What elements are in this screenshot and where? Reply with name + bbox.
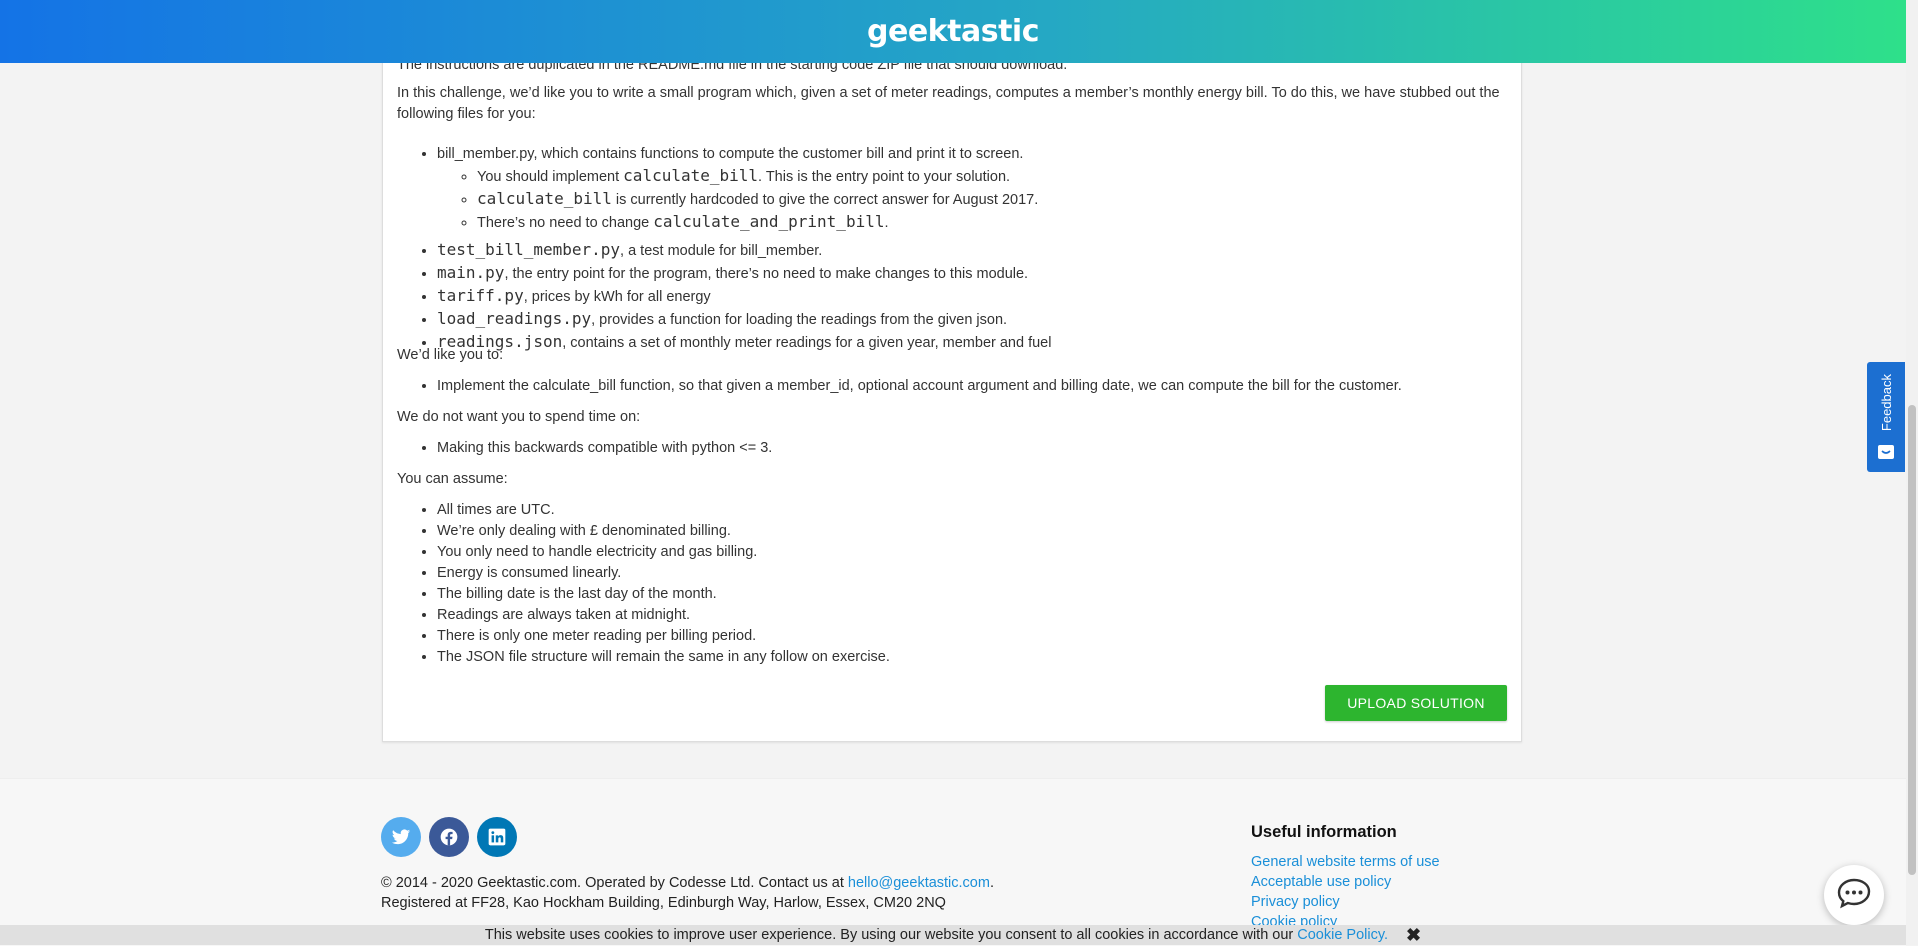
not-want-list: Making this backwards compatible with py… <box>397 438 772 459</box>
list-item: All times are UTC. <box>437 500 890 521</box>
list-item: test_bill_member.py, a test module for b… <box>437 239 1051 262</box>
code-text: calculate_bill <box>477 189 612 208</box>
footer: © 2014 - 2020 Geektastic.com. Operated b… <box>0 778 1906 946</box>
social-links <box>381 817 517 857</box>
list-item: readings.json, contains a set of monthly… <box>437 331 1051 354</box>
close-icon[interactable]: ✖ <box>1406 926 1421 944</box>
copyright-block: © 2014 - 2020 Geektastic.com. Operated b… <box>381 873 994 913</box>
assume-list: All times are UTC. We’re only dealing wi… <box>397 500 890 668</box>
text: . This is the entry point to your soluti… <box>758 169 1011 185</box>
twitter-icon[interactable] <box>381 817 421 857</box>
list-item: main.py, the entry point for the program… <box>437 262 1051 285</box>
list-item: There’s no need to change calculate_and_… <box>477 211 1051 234</box>
list-item: The JSON file structure will remain the … <box>437 647 890 668</box>
text: , provides a function for loading the re… <box>591 312 1008 328</box>
text: , the entry point for the program, there… <box>504 266 1029 282</box>
page-scrollbar[interactable] <box>1906 0 1918 945</box>
useful-information: Useful information General website terms… <box>1251 823 1440 932</box>
intro-paragraph: In this challenge, we’d like you to writ… <box>397 85 1500 122</box>
code-text: calculate_and_print_bill <box>653 212 885 231</box>
code-text: test_bill_member.py <box>437 240 621 259</box>
files-list: bill_member.py, which contains functions… <box>397 144 1051 354</box>
code-text: calculate_bill <box>623 166 759 185</box>
assume-heading: You can assume: <box>397 471 508 487</box>
list-item: The billing date is the last day of the … <box>437 584 890 605</box>
copyright-line: © 2014 - 2020 Geektastic.com. Operated b… <box>381 873 994 893</box>
privacy-policy-link[interactable]: Privacy policy <box>1251 892 1440 912</box>
like-list: Implement the calculate_bill function, s… <box>397 376 1402 397</box>
feedback-label: Feedback <box>1878 374 1894 432</box>
text: , prices by kWh for all energy <box>523 289 711 305</box>
code-text: tariff.py <box>437 286 524 305</box>
cookie-policy-banner-link[interactable]: Cookie Policy. <box>1297 927 1388 943</box>
copyright-text: © 2014 - 2020 Geektastic.com. Operated b… <box>381 875 848 891</box>
list-item: There is only one meter reading per bill… <box>437 626 890 647</box>
acceptable-use-link[interactable]: Acceptable use policy <box>1251 872 1440 892</box>
text: . <box>989 875 994 891</box>
feedback-icon <box>1878 445 1894 464</box>
text: , contains a set of monthly meter readin… <box>562 335 1052 351</box>
list-item: tariff.py, prices by kWh for all energy <box>437 285 1051 308</box>
text: , a test module for bill_member. <box>620 243 823 259</box>
text: You should implement <box>477 169 624 185</box>
linkedin-icon[interactable] <box>477 817 517 857</box>
not-want-heading: We do not want you to spend time on: <box>397 409 641 425</box>
address-line: Registered at FF28, Kao Hockham Building… <box>381 895 946 911</box>
terms-link[interactable]: General website terms of use <box>1251 852 1440 872</box>
code-text: main.py <box>437 263 505 282</box>
contact-email-link[interactable]: hello@geektastic.com <box>848 875 990 891</box>
top-header: geektastic <box>0 0 1906 63</box>
scrollbar-thumb[interactable] <box>1908 405 1916 875</box>
list-item: bill_member.py, which contains functions… <box>437 144 1051 234</box>
text: is currently hardcoded to give the corre… <box>611 192 1039 208</box>
list-item: We’re only dealing with £ denominated bi… <box>437 521 890 542</box>
cookie-text: This website uses cookies to improve use… <box>484 927 1294 943</box>
list-item: calculate_bill is currently hardcoded to… <box>477 188 1051 211</box>
bill-member-sublist: You should implement calculate_bill. Thi… <box>437 165 1051 234</box>
useful-heading: Useful information <box>1251 823 1397 841</box>
feedback-tab[interactable]: Feedback <box>1867 362 1905 472</box>
text: There’s no need to change <box>477 215 654 231</box>
facebook-icon[interactable] <box>429 817 469 857</box>
list-item: load_readings.py, provides a function fo… <box>437 308 1051 331</box>
code-text: load_readings.py <box>437 309 592 328</box>
list-item: You only need to handle electricity and … <box>437 542 890 563</box>
list-item: Energy is consumed linearly. <box>437 563 890 584</box>
cookie-banner: This website uses cookies to improve use… <box>0 925 1906 945</box>
site-logo[interactable]: geektastic <box>867 14 1039 49</box>
list-item: Making this backwards compatible with py… <box>437 438 772 459</box>
chat-widget-button[interactable] <box>1824 865 1884 925</box>
like-heading: We’d like you to: <box>397 347 504 363</box>
upload-solution-button[interactable]: UPLOAD SOLUTION <box>1325 685 1507 721</box>
list-item: Implement the calculate_bill function, s… <box>437 376 1402 397</box>
chat-icon <box>1836 877 1872 914</box>
bill-member-text: bill_member.py, which contains functions… <box>437 146 1024 162</box>
challenge-card: The instructions are duplicated in the R… <box>382 30 1522 742</box>
text: . <box>884 215 889 231</box>
list-item: You should implement calculate_bill. Thi… <box>477 165 1051 188</box>
list-item: Readings are always taken at midnight. <box>437 605 890 626</box>
